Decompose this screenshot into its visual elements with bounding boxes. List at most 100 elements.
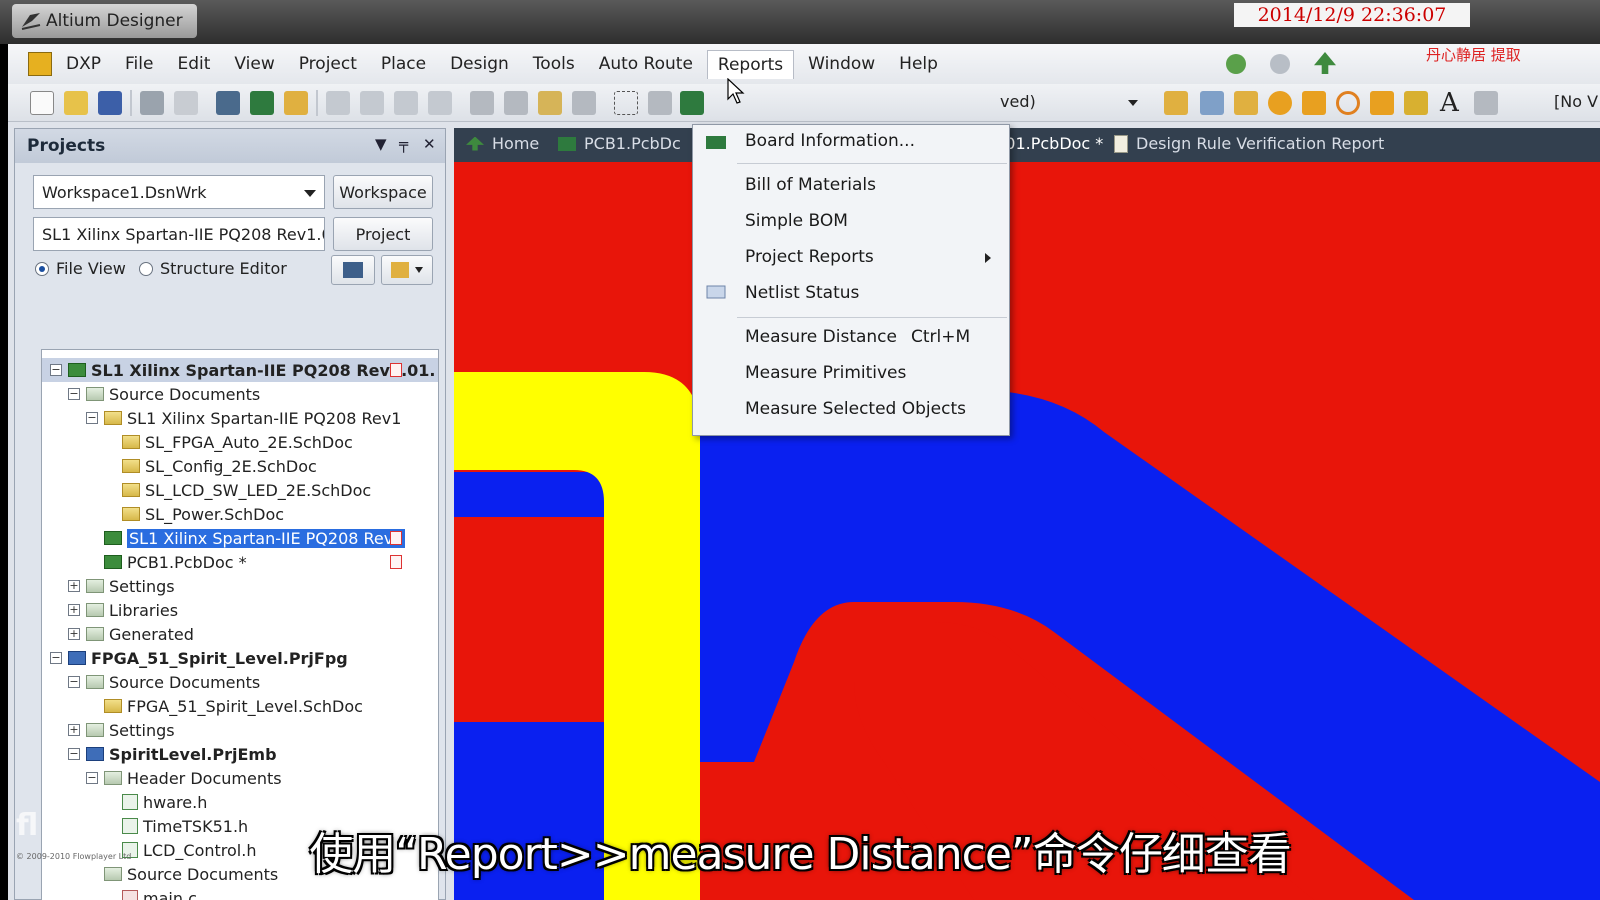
pcb-icon[interactable] bbox=[680, 91, 704, 115]
compile-icon[interactable] bbox=[331, 255, 375, 285]
tree-item[interactable]: main.c bbox=[42, 886, 438, 900]
tree-item[interactable]: PCB1.PcbDoc * bbox=[42, 550, 438, 574]
layer-stack-icon[interactable] bbox=[216, 91, 240, 115]
print-icon[interactable] bbox=[140, 91, 164, 115]
expand-icon[interactable]: + bbox=[68, 724, 80, 736]
open-folder-icon[interactable] bbox=[64, 91, 88, 115]
move-icon[interactable] bbox=[648, 91, 672, 115]
menu-tools[interactable]: Tools bbox=[523, 50, 585, 78]
variation-combo[interactable]: [No V bbox=[1554, 92, 1598, 111]
pad-icon[interactable] bbox=[1302, 91, 1326, 115]
panel-menu-icon[interactable]: ▼ bbox=[375, 135, 387, 153]
polygon-icon[interactable] bbox=[1404, 91, 1428, 115]
array-paste-icon[interactable] bbox=[1474, 91, 1498, 115]
multi-route-icon[interactable] bbox=[1234, 91, 1258, 115]
workspace-combo[interactable]: Workspace1.DsnWrk bbox=[33, 175, 325, 209]
menu-place[interactable]: Place bbox=[371, 50, 436, 78]
expand-icon[interactable]: + bbox=[68, 604, 80, 616]
pcb-canvas[interactable] bbox=[454, 162, 1600, 900]
tree-item[interactable]: SL_FPGA_Auto_2E.SchDoc bbox=[42, 430, 438, 454]
tree-item[interactable]: − SL1 Xilinx Spartan-IIE PQ208 Rev1 bbox=[42, 406, 438, 430]
expand-icon[interactable]: + bbox=[68, 628, 80, 640]
menu-design[interactable]: Design bbox=[440, 50, 519, 78]
board-icon[interactable] bbox=[250, 91, 274, 115]
copy-icon[interactable] bbox=[504, 91, 528, 115]
tree-item[interactable]: FPGA_51_Spirit_Level.SchDoc bbox=[42, 694, 438, 718]
tab-pcb1[interactable]: PCB1.PcbDc bbox=[558, 134, 681, 153]
tree-item[interactable]: − Header Documents bbox=[42, 766, 438, 790]
tree-item[interactable]: − Source Documents bbox=[42, 670, 438, 694]
collapse-icon[interactable]: − bbox=[68, 676, 80, 688]
menu-view[interactable]: View bbox=[224, 50, 284, 78]
project-button[interactable]: Project bbox=[333, 217, 433, 251]
close-icon[interactable]: ✕ bbox=[423, 135, 436, 153]
tree-item[interactable]: − SpiritLevel.PrjEmb bbox=[42, 742, 438, 766]
menu-project-reports[interactable]: Project Reports bbox=[745, 247, 874, 267]
menu-bill-of-materials[interactable]: Bill of Materials bbox=[745, 175, 876, 195]
new-document-icon[interactable] bbox=[30, 91, 54, 115]
tab-home[interactable]: Home bbox=[466, 134, 539, 153]
string-icon[interactable]: A bbox=[1440, 88, 1459, 118]
cut-icon[interactable] bbox=[470, 91, 494, 115]
pin-icon[interactable]: ╤ bbox=[399, 135, 408, 153]
menu-window[interactable]: Window bbox=[798, 50, 885, 78]
fill-icon[interactable] bbox=[1370, 91, 1394, 115]
menu-edit[interactable]: Edit bbox=[167, 50, 220, 78]
zoom-fit-icon[interactable] bbox=[326, 91, 350, 115]
tree-item[interactable]: − SL1 Xilinx Spartan-IIE PQ208 Rev1.01. bbox=[42, 358, 438, 382]
menu-auto-route[interactable]: Auto Route bbox=[589, 50, 703, 78]
tab-drc-report[interactable]: Design Rule Verification Report bbox=[1114, 134, 1384, 153]
combo-dropdown-icon[interactable] bbox=[1128, 100, 1138, 106]
tree-item[interactable]: SL_Power.SchDoc bbox=[42, 502, 438, 526]
paste-icon[interactable] bbox=[538, 91, 562, 115]
zoom-filtered-icon[interactable] bbox=[428, 91, 452, 115]
arc-icon[interactable] bbox=[1336, 91, 1360, 115]
menu-reports[interactable]: Reports bbox=[706, 49, 795, 79]
collapse-icon[interactable]: − bbox=[86, 412, 98, 424]
menu-dxp[interactable]: DXP bbox=[56, 50, 111, 78]
select-area-icon[interactable] bbox=[614, 91, 638, 115]
menu-simple-bom[interactable]: Simple BOM bbox=[745, 211, 848, 231]
menu-project[interactable]: Project bbox=[289, 50, 367, 78]
file-view-radio[interactable]: File View bbox=[35, 259, 126, 278]
tree-item[interactable]: + Settings bbox=[42, 718, 438, 742]
project-field[interactable]: SL1 Xilinx Spartan-IIE PQ208 Rev1.01.F bbox=[33, 217, 325, 251]
rubber-stamp-icon[interactable] bbox=[572, 91, 596, 115]
tree-item[interactable]: + Libraries bbox=[42, 598, 438, 622]
tree-item[interactable]: − Source Documents bbox=[42, 382, 438, 406]
zoom-area-icon[interactable] bbox=[360, 91, 384, 115]
forward-icon[interactable] bbox=[1270, 54, 1290, 74]
tree-item[interactable]: + Generated bbox=[42, 622, 438, 646]
tree-item[interactable]: − FPGA_51_Spirit_Level.PrjFpg bbox=[42, 646, 438, 670]
tree-item[interactable]: SL1 Xilinx Spartan-IIE PQ208 Rev1 bbox=[42, 526, 438, 550]
workspace-button[interactable]: Workspace bbox=[333, 175, 433, 209]
expand-icon[interactable]: + bbox=[68, 580, 80, 592]
menu-file[interactable]: File bbox=[115, 50, 163, 78]
menu-help[interactable]: Help bbox=[889, 50, 948, 78]
tree-item[interactable]: + Settings bbox=[42, 574, 438, 598]
tree-item[interactable]: hware.h bbox=[42, 790, 438, 814]
save-icon[interactable] bbox=[98, 91, 122, 115]
menu-netlist-status[interactable]: Netlist Status bbox=[745, 283, 859, 303]
menu-measure-selected-objects[interactable]: Measure Selected Objects bbox=[745, 399, 966, 419]
component-icon[interactable] bbox=[284, 91, 308, 115]
chevron-down-icon[interactable] bbox=[304, 190, 316, 197]
collapse-icon[interactable]: − bbox=[50, 652, 62, 664]
menu-board-information[interactable]: Board Information... bbox=[745, 131, 915, 151]
diff-pair-route-icon[interactable] bbox=[1200, 91, 1224, 115]
project-options-button[interactable] bbox=[381, 255, 433, 285]
back-icon[interactable] bbox=[1226, 54, 1246, 74]
menu-measure-distance[interactable]: Measure Distance bbox=[745, 327, 897, 347]
collapse-icon[interactable]: − bbox=[86, 772, 98, 784]
interactive-route-icon[interactable] bbox=[1164, 91, 1188, 115]
home-arrow-icon[interactable] bbox=[1314, 52, 1336, 74]
tree-item[interactable]: SL_Config_2E.SchDoc bbox=[42, 454, 438, 478]
zoom-selected-icon[interactable] bbox=[394, 91, 418, 115]
structure-editor-radio[interactable]: Structure Editor bbox=[139, 259, 287, 278]
collapse-icon[interactable]: − bbox=[68, 748, 80, 760]
print-preview-icon[interactable] bbox=[174, 91, 198, 115]
collapse-icon[interactable]: − bbox=[68, 388, 80, 400]
collapse-icon[interactable]: − bbox=[50, 364, 62, 376]
filter-combo[interactable]: ved) bbox=[1000, 92, 1170, 116]
dxp-icon[interactable] bbox=[28, 52, 52, 76]
